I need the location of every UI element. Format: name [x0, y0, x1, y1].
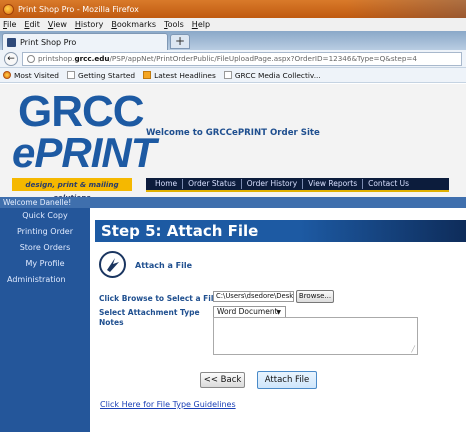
- browse-label: Click Browse to Select a File: [99, 294, 219, 303]
- attachment-type-value: Word Document: [217, 307, 278, 316]
- menu-tools[interactable]: Tools: [164, 20, 184, 29]
- tab-title: Print Shop Pro: [20, 37, 77, 47]
- top-navigation: Home Order Status Order History View Rep…: [146, 178, 449, 192]
- url-domain: grcc.edu: [74, 54, 110, 63]
- rss-icon: [143, 71, 152, 79]
- bookmark-getting-started[interactable]: Getting Started: [66, 70, 136, 80]
- nav-order-history[interactable]: Order History: [242, 179, 304, 189]
- nav-contact-us[interactable]: Contact Us: [363, 179, 414, 189]
- bookmark-latest-headlines[interactable]: Latest Headlines: [143, 71, 216, 80]
- page-icon: [223, 71, 232, 79]
- grcc-eprint-logo[interactable]: GRCC ePRINT design, print & mailing solu…: [6, 90, 156, 202]
- logo-tagline: design, print & mailing solutions: [12, 178, 132, 202]
- bookmark-label: Getting Started: [77, 70, 136, 80]
- url-bar[interactable]: printshop. grcc.edu/PSP/appNet/PrintOrder…: [22, 51, 462, 66]
- bookmark-most-visited[interactable]: Most Visited: [3, 71, 59, 80]
- attach-file-heading: Attach a File: [135, 261, 193, 270]
- browse-button[interactable]: Browse...: [296, 290, 334, 303]
- file-path-input[interactable]: C:\Users\dsedore\Deskt: [213, 291, 294, 302]
- notes-textarea[interactable]: ╱: [213, 317, 418, 355]
- resize-grip-icon[interactable]: ╱: [411, 346, 415, 353]
- menu-file[interactable]: File: [3, 20, 16, 29]
- back-arrow-icon[interactable]: ←: [4, 51, 18, 66]
- step-title-banner: Step 5: Attach File: [95, 220, 466, 242]
- sidebar-item-store-orders[interactable]: Store Orders: [0, 240, 90, 256]
- page-favicon-icon: [7, 37, 16, 47]
- bookmarks-toolbar: Most Visited Getting Started Latest Head…: [0, 68, 466, 83]
- bookmark-label: Most Visited: [14, 70, 59, 80]
- browser-tab[interactable]: Print Shop Pro: [2, 33, 168, 50]
- attach-arrow-icon-svg: [107, 258, 119, 272]
- url-path: /PSP/appNet/PrintOrderPublic/FileUploadP…: [109, 54, 417, 63]
- nav-view-reports[interactable]: View Reports: [303, 179, 364, 189]
- sidebar-item-administration[interactable]: Administration: [0, 272, 90, 288]
- back-button[interactable]: << Back: [200, 372, 245, 388]
- site-header: GRCC ePRINT design, print & mailing solu…: [0, 84, 466, 202]
- firefox-icon: [3, 71, 11, 79]
- nav-order-status[interactable]: Order Status: [183, 179, 242, 189]
- menu-bookmarks[interactable]: Bookmarks: [111, 20, 156, 29]
- menu-edit[interactable]: Edit: [24, 20, 40, 29]
- attach-arrow-icon: [99, 251, 126, 278]
- globe-icon: [27, 54, 35, 63]
- navigation-bar: ← printshop. grcc.edu/PSP/appNet/PrintOrd…: [0, 50, 466, 68]
- window-titlebar: Print Shop Pro - Mozilla Firefox: [0, 0, 466, 18]
- sidebar: Quick Copy Printing Order Store Orders M…: [0, 208, 90, 432]
- notes-label: Notes: [99, 318, 124, 327]
- menu-view[interactable]: View: [48, 20, 67, 29]
- file-type-guidelines-link[interactable]: Click Here for File Type Guidelines: [100, 400, 236, 409]
- user-welcome-bar: Welcome Danelle!: [0, 197, 466, 208]
- new-tab-button[interactable]: +: [170, 34, 190, 49]
- attachment-type-label: Select Attachment Type: [99, 308, 200, 317]
- menu-bar: File Edit View History Bookmarks Tools H…: [0, 18, 466, 31]
- sidebar-item-printing-order[interactable]: Printing Order: [0, 224, 90, 240]
- tab-strip: Print Shop Pro +: [0, 31, 466, 50]
- menu-history[interactable]: History: [75, 20, 103, 29]
- firefox-icon: [3, 3, 14, 15]
- sidebar-item-quick-copy[interactable]: Quick Copy: [0, 208, 90, 224]
- logo-grcc-text: GRCC: [18, 87, 145, 136]
- window-controls: [346, 0, 466, 18]
- url-prefix: printshop.: [38, 54, 75, 63]
- main-content: Step 5: Attach File Attach a File Click …: [90, 208, 466, 432]
- sidebar-item-my-profile[interactable]: My Profile: [0, 256, 90, 272]
- page-icon: [66, 71, 75, 79]
- bookmark-grcc-media[interactable]: GRCC Media Collectiv...: [223, 70, 321, 80]
- logo-eprint-text: ePRINT: [12, 129, 156, 176]
- bookmark-label: GRCC Media Collectiv...: [234, 70, 321, 80]
- bookmark-label: Latest Headlines: [154, 70, 216, 80]
- menu-help[interactable]: Help: [192, 20, 210, 29]
- site-welcome-heading: Welcome to GRCCePRINT Order Site: [146, 128, 320, 138]
- nav-home[interactable]: Home: [150, 179, 184, 189]
- attach-file-button[interactable]: Attach File: [257, 371, 317, 389]
- window-title: Print Shop Pro - Mozilla Firefox: [18, 4, 139, 14]
